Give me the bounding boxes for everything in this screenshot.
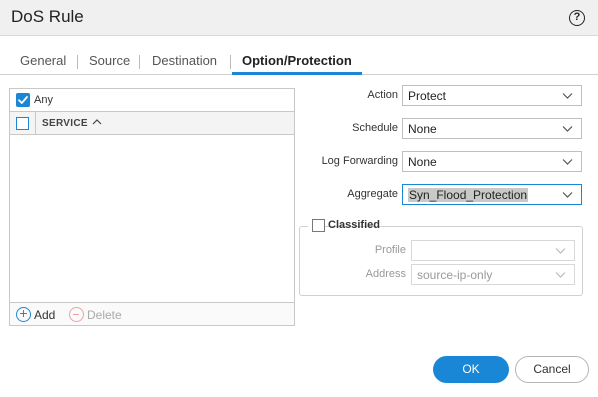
- tab-option-protection[interactable]: Option/Protection: [242, 53, 352, 68]
- chevron-down-icon: [555, 272, 566, 278]
- tab-bar: General Source Destination Option/Protec…: [0, 37, 598, 75]
- classified-group: [299, 226, 583, 296]
- address-value: source-ip-only: [417, 268, 493, 282]
- schedule-value: None: [408, 122, 437, 136]
- active-tab-indicator: [232, 72, 362, 75]
- add-icon: +: [16, 306, 31, 322]
- tab-separator: [230, 55, 231, 69]
- action-select[interactable]: Protect: [402, 85, 582, 106]
- profile-label: Profile: [374, 244, 406, 256]
- list-footer: + Add Delete: [10, 302, 294, 325]
- dialog-title: DoS Rule: [11, 7, 84, 26]
- add-label: Add: [34, 308, 56, 322]
- action-label: Action: [367, 89, 398, 101]
- classified-label: Classified: [328, 219, 380, 231]
- log-forwarding-select[interactable]: None: [402, 151, 582, 172]
- service-column-header: SERVICE: [10, 111, 294, 135]
- profile-select[interactable]: [411, 240, 575, 261]
- classified-checkbox[interactable]: [312, 219, 325, 232]
- any-checkbox[interactable]: [16, 93, 30, 107]
- chevron-down-icon: [562, 93, 573, 99]
- chevron-down-icon: [562, 159, 573, 165]
- select-all-checkbox[interactable]: [16, 117, 29, 130]
- log-forwarding-label: Log Forwarding: [321, 155, 398, 167]
- schedule-label: Schedule: [352, 122, 398, 134]
- tab-source[interactable]: Source: [89, 53, 130, 68]
- chevron-down-icon: [562, 126, 573, 132]
- action-value: Protect: [408, 89, 447, 103]
- address-label: Address: [365, 268, 406, 280]
- header-divider: [35, 112, 36, 134]
- log-forwarding-value: None: [408, 155, 437, 169]
- aggregate-value: Syn_Flood_Protection: [408, 188, 529, 202]
- help-icon[interactable]: ?: [569, 10, 585, 26]
- tab-separator: [139, 55, 140, 69]
- dialog-titlebar: DoS Rule ?: [0, 0, 598, 36]
- any-label: Any: [34, 94, 53, 106]
- schedule-select[interactable]: None: [402, 118, 582, 139]
- classified-legend[interactable]: Classified: [308, 218, 380, 234]
- tab-destination[interactable]: Destination: [152, 53, 217, 68]
- checkmark-icon: [18, 96, 28, 104]
- sort-ascending-icon[interactable]: [91, 116, 103, 128]
- aggregate-label: Aggregate: [347, 188, 398, 200]
- ok-button[interactable]: OK: [433, 356, 509, 383]
- aggregate-select[interactable]: Syn_Flood_Protection: [402, 184, 582, 205]
- chevron-down-icon: [562, 192, 573, 198]
- any-row[interactable]: Any: [10, 89, 294, 111]
- delete-label: Delete: [87, 308, 122, 322]
- service-header-label[interactable]: SERVICE: [42, 118, 88, 129]
- service-list-panel: Any SERVICE + Add Delete: [9, 88, 295, 326]
- address-select[interactable]: source-ip-only: [411, 264, 575, 285]
- cancel-button[interactable]: Cancel: [515, 356, 589, 383]
- tab-general[interactable]: General: [20, 53, 66, 68]
- tab-separator: [77, 55, 78, 69]
- chevron-down-icon: [555, 248, 566, 254]
- delete-icon: [69, 307, 84, 322]
